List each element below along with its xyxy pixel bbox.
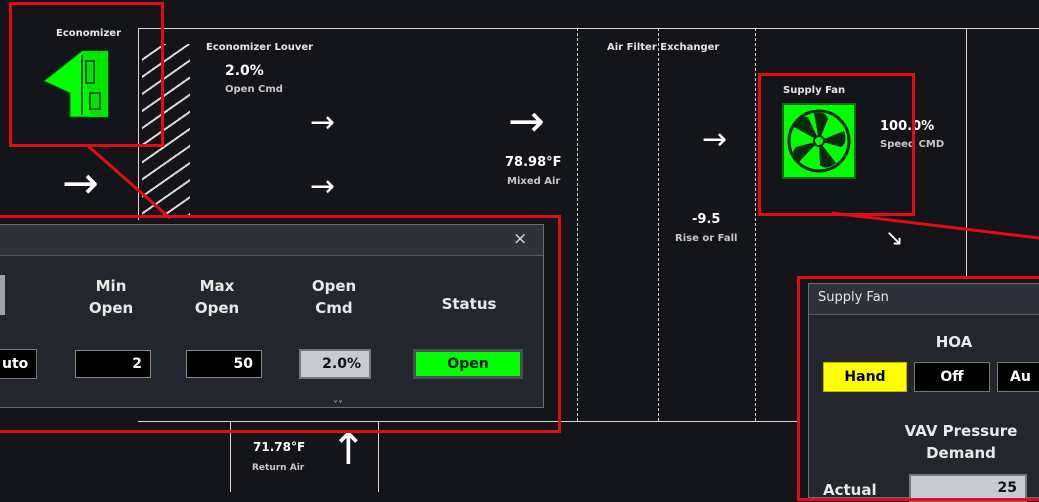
- mixed-air-arrow: →: [508, 96, 545, 147]
- flow-arrow-2: →: [310, 169, 336, 204]
- flow-arrow-3: →: [702, 122, 728, 157]
- return-air-label: Return Air: [252, 463, 305, 473]
- damper-popup-highlight: [0, 215, 561, 433]
- mixed-air-label: Mixed Air: [507, 176, 561, 187]
- popup-shadow-chevron: ˅˅: [333, 400, 343, 411]
- mixed-air-value: 78.98°F: [505, 155, 562, 170]
- return-air-arrow: ↑: [330, 424, 367, 475]
- filter-rise-value: -9.5: [692, 212, 721, 227]
- outside-air-arrow: →: [62, 158, 99, 209]
- filter-rise-label: Rise or Fall: [675, 233, 738, 244]
- return-air-value: 71.78°F: [253, 440, 306, 454]
- supply-fan-highlight: [758, 73, 915, 216]
- louver-title: Economizer Louver: [206, 42, 314, 53]
- louver-open-label: Open Cmd: [225, 84, 283, 95]
- fan-popup-highlight: [797, 276, 1039, 501]
- louver-open-value: 2.0%: [225, 63, 264, 79]
- filter-title: Air Filter Exchanger: [607, 42, 720, 53]
- supply-out-arrow: ↘: [885, 226, 904, 251]
- flow-arrow-1: →: [310, 105, 336, 140]
